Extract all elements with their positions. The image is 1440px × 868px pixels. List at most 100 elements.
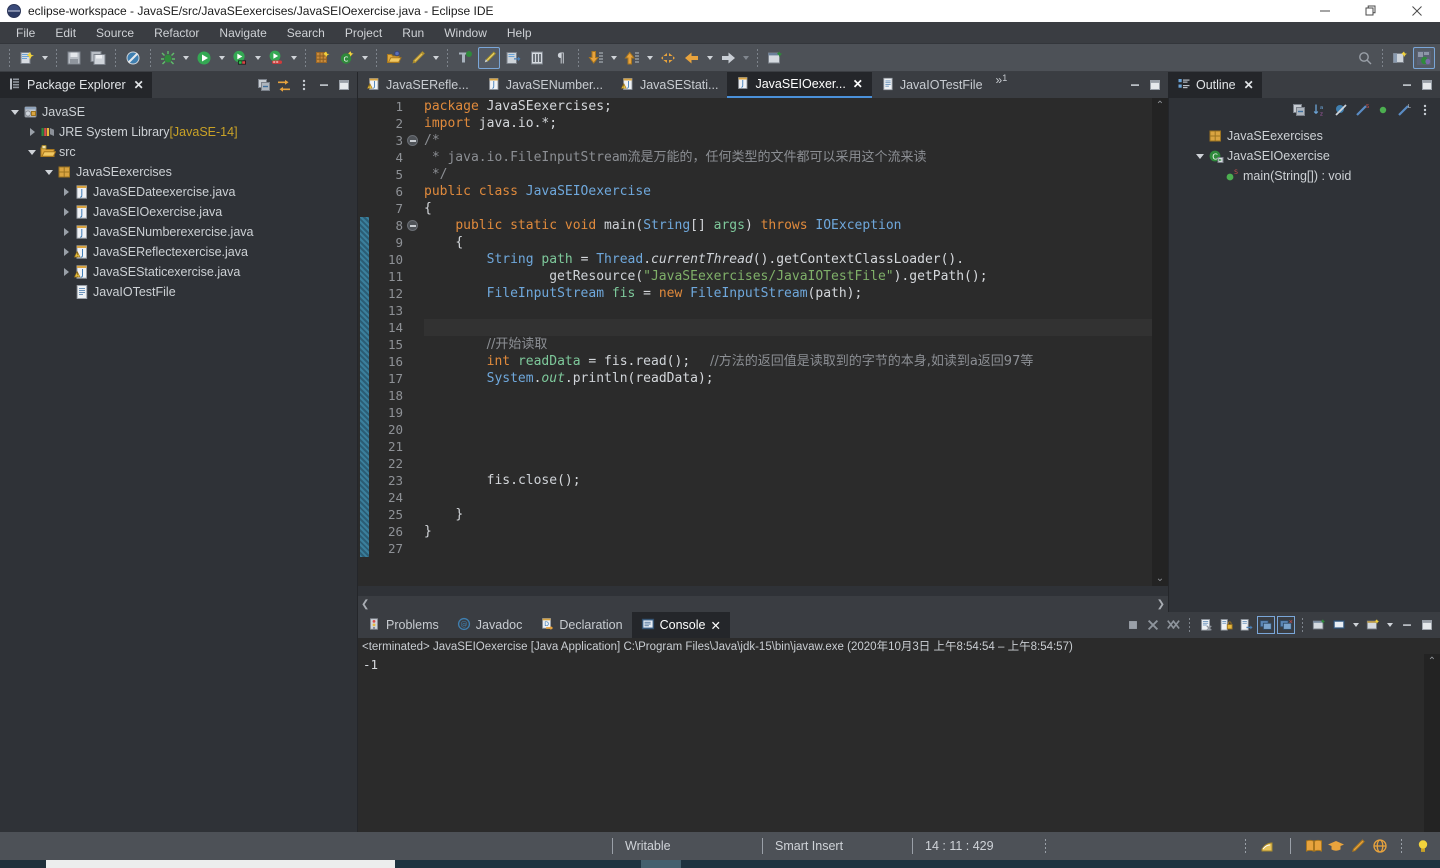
outline-item-javaseexercises[interactable]: JavaSEexercises [1169,126,1440,146]
hscroll-right-icon[interactable]: ❯ [1157,599,1165,610]
new-window-button[interactable] [764,47,786,69]
globe-help-icon[interactable] [1369,836,1391,856]
code-text[interactable]: package JavaSEexercises; import java.io.*… [420,98,1168,586]
next-annotation-dropdown[interactable] [608,47,619,69]
code-line[interactable] [424,421,1168,438]
tree-item-javasereflectexercise-java[interactable]: J ! JavaSEReflectexercise.java [0,242,357,262]
minimize-icon[interactable] [1126,76,1144,94]
code-line[interactable]: package JavaSEexercises; [424,98,1168,115]
maximize-icon[interactable] [1418,616,1436,634]
save-all-button[interactable] [87,47,109,69]
console-tab-problems[interactable]: Problems [358,612,448,638]
menu-run[interactable]: Run [392,24,434,42]
next-annotation-button[interactable] [585,47,607,69]
new-java-class-dropdown[interactable] [359,47,370,69]
clear-console-icon[interactable] [1197,616,1215,634]
open-type-button[interactable] [383,47,405,69]
new-wizard-dropdown[interactable] [39,47,50,69]
link-editor-button[interactable] [502,47,524,69]
code-line[interactable]: { [424,234,1168,251]
run-button[interactable] [193,47,215,69]
new-java-project-button[interactable] [312,47,334,69]
taskbar-start-area[interactable] [0,860,46,868]
code-line[interactable]: } [424,506,1168,523]
code-line[interactable]: fis.close(); [424,472,1168,489]
graduation-cap-icon[interactable] [1325,836,1347,856]
code-line[interactable] [424,489,1168,506]
tab-outline[interactable]: Outline ✕ [1169,72,1262,98]
maximize-icon[interactable] [1418,76,1436,94]
coverage-button[interactable] [229,47,251,69]
code-line[interactable] [424,319,1168,336]
code-line[interactable]: System.out.println(readData); [424,370,1168,387]
remove-launch-icon[interactable] [1144,616,1162,634]
hide-non-public-icon[interactable] [1374,101,1392,119]
view-menu-icon[interactable] [295,76,313,94]
code-line[interactable]: public static void main(String[] args) t… [424,217,1168,234]
code-line[interactable] [424,438,1168,455]
editor-tab-javasenumber-[interactable]: J JavaSENumber... [478,72,612,98]
code-line[interactable]: import java.io.*; [424,115,1168,132]
chevron-right-icon[interactable] [59,205,73,219]
outline-item-javaseioexercise[interactable]: C JavaSEIOexercise [1169,146,1440,166]
wand-icon[interactable] [1347,836,1369,856]
chevron-down-icon[interactable] [8,105,22,119]
open-task-dropdown[interactable] [430,47,441,69]
forward-button[interactable] [717,47,739,69]
menu-navigate[interactable]: Navigate [209,24,276,42]
debug-button[interactable] [157,47,179,69]
remove-all-icon[interactable] [1164,616,1182,634]
tab-package-explorer[interactable]: Package Explorer ✕ [0,72,152,98]
editor-horizontal-scrollbar[interactable]: ❮ ❯ [358,596,1168,612]
forward-dropdown[interactable] [740,47,751,69]
previous-annotation-button[interactable] [621,47,643,69]
menu-file[interactable]: File [6,24,45,42]
close-icon[interactable]: ✕ [1244,78,1254,92]
terminate-stop-icon[interactable] [1124,616,1142,634]
code-line[interactable]: int readData = fis.read(); //方法的返回值是读取到的… [424,353,1168,370]
editor-tab-javaseioexer-[interactable]: J JavaSEIOexer... ✕ [727,72,872,98]
menu-source[interactable]: Source [86,24,144,42]
menu-window[interactable]: Window [434,24,497,42]
coverage-dropdown[interactable] [252,47,263,69]
run-external-tools-button[interactable] [265,47,287,69]
link-with-editor-icon[interactable] [275,76,293,94]
save-button[interactable] [63,47,85,69]
view-menu-icon[interactable] [1416,101,1434,119]
menu-help[interactable]: Help [497,24,542,42]
previous-annotation-dropdown[interactable] [644,47,655,69]
open-task-button[interactable] [407,47,429,69]
open-perspective-button[interactable] [1389,47,1411,69]
code-line[interactable]: FileInputStream fis = new FileInputStrea… [424,285,1168,302]
run-external-tools-dropdown[interactable] [288,47,299,69]
open-console-icon[interactable] [1364,616,1382,634]
back-dropdown[interactable] [704,47,715,69]
code-line[interactable] [424,540,1168,557]
tree-item-javaseexercises[interactable]: JavaSEexercises [0,162,357,182]
collapse-all-icon[interactable] [255,76,273,94]
status-menu-dots[interactable] [1401,839,1402,853]
minimize-icon[interactable] [1398,616,1416,634]
console-tab-javadoc[interactable]: @ Javadoc [448,612,532,638]
sort-az-icon[interactable]: az [1311,101,1329,119]
scroll-up-icon[interactable]: ⌃ [1428,656,1436,667]
editor-vertical-scrollbar[interactable]: ⌃ ⌄ [1152,98,1168,586]
pilcrow-button[interactable]: ¶ [550,47,572,69]
tree-item-src[interactable]: src [0,142,357,162]
hscroll-left-icon[interactable]: ❮ [361,599,369,610]
code-line[interactable]: /* [424,132,1168,149]
close-icon[interactable]: ✕ [853,77,863,91]
skip-all-breakpoints-button[interactable] [122,47,144,69]
chevron-right-icon[interactable] [25,125,39,139]
new-java-class-button[interactable]: C [336,47,358,69]
code-line[interactable]: getResource("JavaSEexercises/JavaIOTestF… [424,268,1168,285]
show-whitespace-button[interactable] [526,47,548,69]
last-edit-location-button[interactable] [657,47,679,69]
code-line[interactable]: * java.io.FileInputStream流是万能的，任何类型的文件都可… [424,149,1168,166]
open-console-dropdown[interactable] [1384,614,1395,636]
chevron-right-icon[interactable] [59,185,73,199]
tree-item-javasenumberexercise-java[interactable]: J JavaSENumberexercise.java [0,222,357,242]
code-line[interactable]: */ [424,166,1168,183]
new-wizard-button[interactable] [16,47,38,69]
code-line[interactable]: } [424,523,1168,540]
